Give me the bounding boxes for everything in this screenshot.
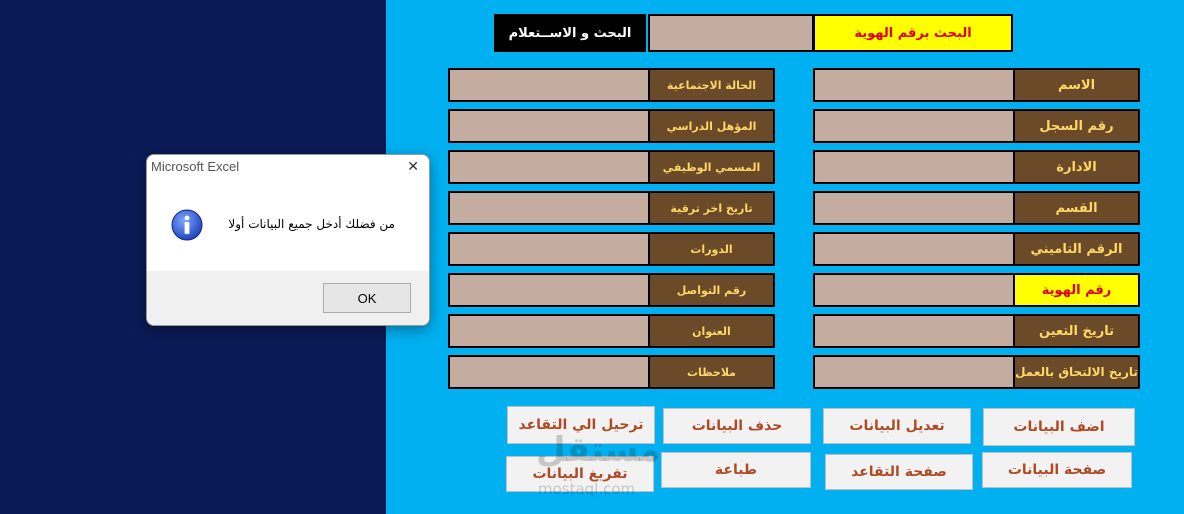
job-title-label: المسمي الوظيفي: [648, 150, 775, 184]
join-date-input[interactable]: [813, 355, 1015, 389]
last-promotion-label: تاريخ اخر ترقية: [648, 191, 775, 225]
record-number-input[interactable]: [813, 109, 1015, 143]
search-by-id-label: البحث برقم الهوية: [813, 14, 1013, 52]
message-dialog: Microsoft Excel ✕ من فضلك أدخل جميع البي…: [146, 154, 430, 326]
notes-input[interactable]: [448, 355, 650, 389]
qualification-input[interactable]: [448, 109, 650, 143]
data-page-button[interactable]: صفحة البيانات: [982, 452, 1132, 488]
job-title-input[interactable]: [448, 150, 650, 184]
id-number-input[interactable]: [813, 273, 1015, 307]
name-label: الاسم: [1013, 68, 1140, 102]
insurance-number-input[interactable]: [813, 232, 1015, 266]
close-icon[interactable]: ✕: [407, 159, 419, 175]
dialog-footer: OK: [147, 271, 429, 325]
contact-number-label: رقم التواصل: [648, 273, 775, 307]
hiring-date-input[interactable]: [813, 314, 1015, 348]
dialog-body: من فضلك أدخل جميع البيانات أولا: [147, 185, 429, 271]
courses-input[interactable]: [448, 232, 650, 266]
address-input[interactable]: [448, 314, 650, 348]
notes-label: ملاحظات: [648, 355, 775, 389]
dialog-message: من فضلك أدخل جميع البيانات أولا: [228, 217, 395, 231]
clear-data-button[interactable]: تفريغ البيانات: [506, 456, 654, 492]
edit-data-button[interactable]: تعديل البيانات: [823, 408, 971, 444]
delete-data-button[interactable]: حذف البيانات: [663, 408, 811, 444]
department-label: الادارة: [1013, 150, 1140, 184]
contact-number-input[interactable]: [448, 273, 650, 307]
qualification-label: المؤهل الدراسي: [648, 109, 775, 143]
search-title: البحث و الاســتعلام: [494, 14, 646, 52]
hiring-date-label: تاريخ التعين: [1013, 314, 1140, 348]
dialog-title: Microsoft Excel: [151, 159, 240, 174]
insurance-number-label: الرقم التاميني: [1013, 232, 1140, 266]
courses-label: الدورات: [648, 232, 775, 266]
retirement-page-button[interactable]: صفحة التقاعد: [825, 454, 973, 490]
marital-status-label: الحالة الاجتماعية: [648, 68, 775, 102]
print-button[interactable]: طباعة: [661, 452, 811, 488]
ok-button[interactable]: OK: [323, 283, 411, 313]
search-id-input[interactable]: [648, 14, 814, 52]
id-number-label: رقم الهوية: [1013, 273, 1140, 307]
address-label: العنوان: [648, 314, 775, 348]
record-number-label: رقم السجل: [1013, 109, 1140, 143]
name-input[interactable]: [813, 68, 1015, 102]
department-input[interactable]: [813, 150, 1015, 184]
section-input[interactable]: [813, 191, 1015, 225]
section-label: القسم: [1013, 191, 1140, 225]
move-to-retirement-button[interactable]: ترحيل الي التقاعد: [507, 406, 655, 444]
add-data-button[interactable]: اضف البيانات: [983, 408, 1135, 446]
last-promotion-input[interactable]: [448, 191, 650, 225]
marital-status-input[interactable]: [448, 68, 650, 102]
info-icon: [171, 209, 203, 241]
join-date-label: تاريخ الالتحاق بالعمل: [1013, 355, 1140, 389]
